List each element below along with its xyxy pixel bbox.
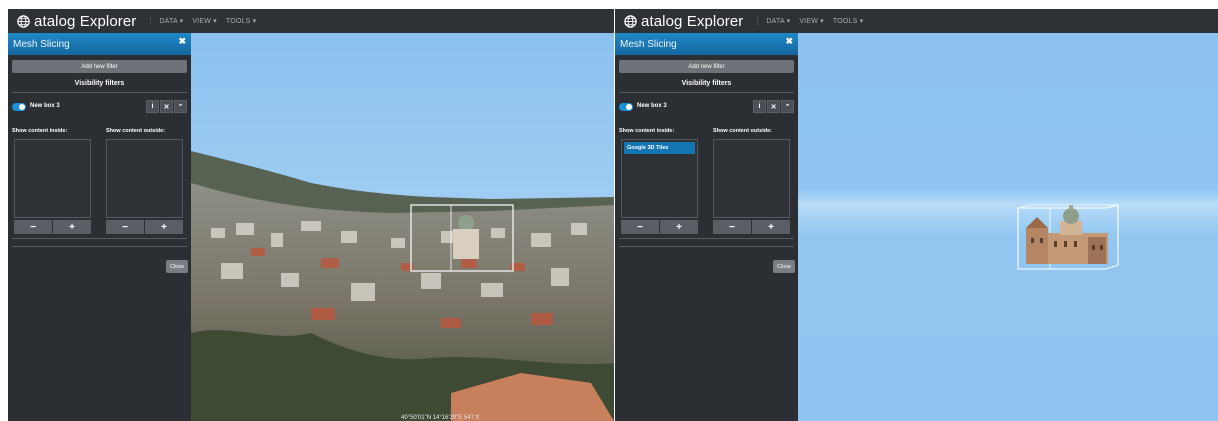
outside-controls: − + [106, 220, 183, 234]
top-bar: atalog Explorer DATA ▾ VIEW ▾ TOOLS ▾ [615, 9, 1218, 33]
map-viewport[interactable] [798, 33, 1218, 421]
close-button[interactable]: Close [773, 260, 795, 273]
panel-header: Mesh Slicing ✖ [8, 33, 191, 55]
menu-data[interactable]: DATA ▾ [766, 17, 790, 25]
filter-name: New box 3 [637, 103, 667, 109]
inside-remove-button[interactable]: − [14, 220, 52, 234]
mesh-slicing-panel: Mesh Slicing ✖ Add new filter Visibility… [615, 33, 798, 421]
panel-title: Mesh Slicing [13, 39, 70, 50]
coordinates-readout: 40°50'01"N 14°16'29"E 547 ft [401, 415, 480, 421]
inside-label: Show content inside: [619, 128, 675, 134]
main-menu: DATA ▾ VIEW ▾ TOOLS ▾ [150, 17, 265, 25]
outside-controls: − + [713, 220, 790, 234]
outside-label: Show content outside: [713, 128, 772, 134]
divider [619, 238, 794, 239]
filter-row: New box 3 i ✕ ⌃ [12, 100, 187, 114]
divider [619, 92, 794, 93]
outside-add-button[interactable]: + [752, 220, 790, 234]
close-icon[interactable]: ✖ [178, 36, 186, 47]
visibility-filters-heading: Visibility filters [74, 80, 125, 87]
app-title: atalog Explorer [34, 12, 137, 30]
menu-view[interactable]: VIEW ▾ [799, 17, 824, 25]
sliced-building-view [1017, 204, 1119, 270]
divider [12, 238, 187, 239]
list-item[interactable]: Google 3D Tiles [624, 142, 695, 154]
divider [12, 92, 187, 93]
city-3d-view [191, 33, 614, 421]
menu-tools[interactable]: TOOLS ▾ [833, 17, 863, 25]
info-icon[interactable]: i [146, 100, 159, 113]
outside-label: Show content outside: [106, 128, 165, 134]
panel-title: Mesh Slicing [620, 39, 677, 50]
inside-remove-button[interactable]: − [621, 220, 659, 234]
outside-list[interactable] [713, 139, 790, 218]
inside-controls: − + [14, 220, 91, 234]
inside-list[interactable] [14, 139, 91, 218]
menu-tools[interactable]: TOOLS ▾ [226, 17, 256, 25]
globe-icon [624, 14, 637, 28]
divider [619, 246, 794, 247]
filter-toggle[interactable] [619, 103, 633, 111]
filter-actions: i ✕ ⌃ [752, 100, 794, 113]
filter-name: New box 3 [30, 103, 60, 109]
top-bar: atalog Explorer DATA ▾ VIEW ▾ TOOLS ▾ [8, 9, 614, 33]
screenshot-before: atalog Explorer DATA ▾ VIEW ▾ TOOLS ▾ Me… [8, 9, 614, 421]
inside-controls: − + [621, 220, 698, 234]
mesh-slicing-panel: Mesh Slicing ✖ Add new filter Visibility… [8, 33, 191, 421]
filter-row: New box 3 i ✕ ⌃ [619, 100, 794, 114]
map-viewport[interactable]: 40°50'01"N 14°16'29"E 547 ft [191, 33, 614, 421]
inside-add-button[interactable]: + [660, 220, 698, 234]
logo[interactable]: atalog Explorer [623, 13, 743, 30]
expand-icon[interactable]: ✕ [767, 100, 780, 113]
inside-list[interactable]: Google 3D Tiles [621, 139, 698, 218]
inside-add-button[interactable]: + [53, 220, 91, 234]
menu-data[interactable]: DATA ▾ [159, 17, 183, 25]
inside-label: Show content inside: [12, 128, 68, 134]
add-filter-button[interactable]: Add new filter [12, 60, 187, 73]
visibility-filters-heading: Visibility filters [681, 80, 732, 87]
app-title: atalog Explorer [641, 12, 744, 30]
panel-header: Mesh Slicing ✖ [615, 33, 798, 55]
outside-add-button[interactable]: + [145, 220, 183, 234]
filter-actions: i ✕ ⌃ [145, 100, 187, 113]
globe-icon [17, 14, 30, 28]
outside-list[interactable] [106, 139, 183, 218]
chevron-up-icon[interactable]: ⌃ [174, 100, 187, 113]
add-filter-button[interactable]: Add new filter [619, 60, 794, 73]
menu-view[interactable]: VIEW ▾ [192, 17, 217, 25]
info-icon[interactable]: i [753, 100, 766, 113]
screenshot-after: atalog Explorer DATA ▾ VIEW ▾ TOOLS ▾ Me… [615, 9, 1218, 421]
divider [12, 246, 187, 247]
outside-remove-button[interactable]: − [106, 220, 144, 234]
main-menu: DATA ▾ VIEW ▾ TOOLS ▾ [757, 17, 872, 25]
outside-remove-button[interactable]: − [713, 220, 751, 234]
logo[interactable]: atalog Explorer [16, 13, 136, 30]
filter-toggle[interactable] [12, 103, 26, 111]
close-icon[interactable]: ✖ [785, 36, 793, 47]
sliced-building [1026, 205, 1108, 264]
close-button[interactable]: Close [166, 260, 188, 273]
chevron-up-icon[interactable]: ⌃ [781, 100, 794, 113]
expand-icon[interactable]: ✕ [160, 100, 173, 113]
